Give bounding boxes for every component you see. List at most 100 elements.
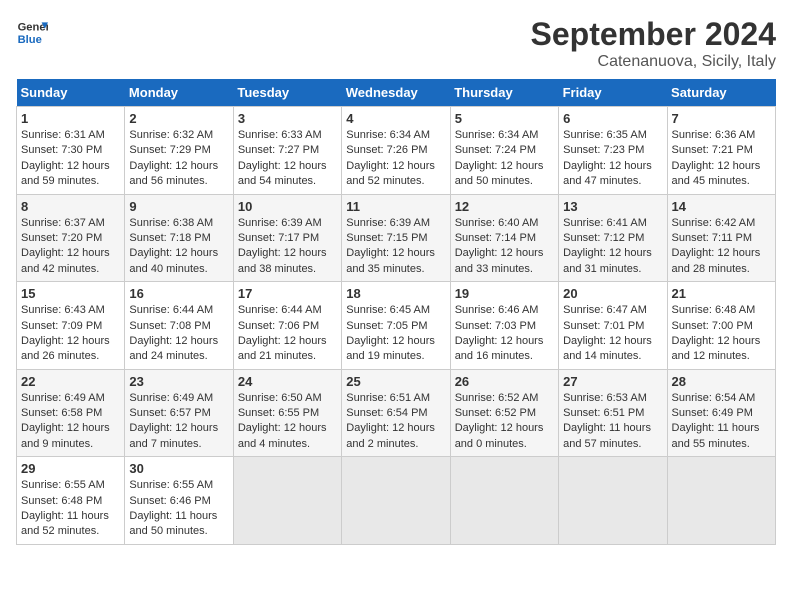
day-info: Sunrise: 6:47 AMSunset: 7:01 PMDaylight:… (563, 303, 662, 365)
day-info: Sunrise: 6:53 AMSunset: 6:51 PMDaylight:… (563, 391, 662, 453)
page-header: General Blue September 2024 Catenanuova,… (16, 16, 776, 71)
day-info: Sunrise: 6:52 AMSunset: 6:52 PMDaylight:… (455, 391, 554, 453)
day-number: 2 (129, 111, 228, 126)
day-number: 8 (21, 199, 120, 214)
day-info: Sunrise: 6:39 AMSunset: 7:17 PMDaylight:… (238, 216, 337, 278)
day-info: Sunrise: 6:55 AMSunset: 6:48 PMDaylight:… (21, 478, 120, 540)
day-number: 24 (238, 374, 337, 389)
day-info: Sunrise: 6:38 AMSunset: 7:18 PMDaylight:… (129, 216, 228, 278)
day-number: 20 (563, 286, 662, 301)
day-number: 9 (129, 199, 228, 214)
day-number: 13 (563, 199, 662, 214)
header-row: Sunday Monday Tuesday Wednesday Thursday… (17, 79, 776, 107)
day-number: 11 (346, 199, 445, 214)
day-info: Sunrise: 6:49 AMSunset: 6:57 PMDaylight:… (129, 391, 228, 453)
logo-icon: General Blue (16, 16, 48, 48)
day-info: Sunrise: 6:44 AMSunset: 7:08 PMDaylight:… (129, 303, 228, 365)
day-info: Sunrise: 6:34 AMSunset: 7:24 PMDaylight:… (455, 128, 554, 190)
calendar-cell: 19 Sunrise: 6:46 AMSunset: 7:03 PMDayligh… (450, 282, 558, 370)
day-number: 1 (21, 111, 120, 126)
calendar-cell: 4 Sunrise: 6:34 AMSunset: 7:26 PMDaylight… (342, 107, 450, 195)
day-number: 14 (672, 199, 771, 214)
calendar-cell (233, 457, 341, 545)
day-info: Sunrise: 6:34 AMSunset: 7:26 PMDaylight:… (346, 128, 445, 190)
calendar-cell: 5 Sunrise: 6:34 AMSunset: 7:24 PMDaylight… (450, 107, 558, 195)
day-info: Sunrise: 6:49 AMSunset: 6:58 PMDaylight:… (21, 391, 120, 453)
calendar-cell: 11 Sunrise: 6:39 AMSunset: 7:15 PMDayligh… (342, 194, 450, 282)
day-number: 25 (346, 374, 445, 389)
day-info: Sunrise: 6:54 AMSunset: 6:49 PMDaylight:… (672, 391, 771, 453)
day-number: 27 (563, 374, 662, 389)
day-info: Sunrise: 6:36 AMSunset: 7:21 PMDaylight:… (672, 128, 771, 190)
calendar-cell: 9 Sunrise: 6:38 AMSunset: 7:18 PMDaylight… (125, 194, 233, 282)
day-number: 30 (129, 461, 228, 476)
day-number: 22 (21, 374, 120, 389)
calendar-cell (342, 457, 450, 545)
calendar-table: Sunday Monday Tuesday Wednesday Thursday… (16, 79, 776, 545)
calendar-cell: 25 Sunrise: 6:51 AMSunset: 6:54 PMDayligh… (342, 369, 450, 457)
logo: General Blue (16, 16, 48, 48)
calendar-week-row: 8 Sunrise: 6:37 AMSunset: 7:20 PMDaylight… (17, 194, 776, 282)
title-section: September 2024 Catenanuova, Sicily, Ital… (531, 16, 776, 71)
col-thursday: Thursday (450, 79, 558, 107)
calendar-cell: 15 Sunrise: 6:43 AMSunset: 7:09 PMDayligh… (17, 282, 125, 370)
day-number: 7 (672, 111, 771, 126)
calendar-cell: 26 Sunrise: 6:52 AMSunset: 6:52 PMDayligh… (450, 369, 558, 457)
day-number: 26 (455, 374, 554, 389)
calendar-cell (450, 457, 558, 545)
calendar-cell: 17 Sunrise: 6:44 AMSunset: 7:06 PMDayligh… (233, 282, 341, 370)
calendar-cell: 8 Sunrise: 6:37 AMSunset: 7:20 PMDaylight… (17, 194, 125, 282)
calendar-cell: 23 Sunrise: 6:49 AMSunset: 6:57 PMDayligh… (125, 369, 233, 457)
calendar-week-row: 22 Sunrise: 6:49 AMSunset: 6:58 PMDayligh… (17, 369, 776, 457)
calendar-cell: 20 Sunrise: 6:47 AMSunset: 7:01 PMDayligh… (559, 282, 667, 370)
calendar-cell: 21Sunrise: 6:48 AMSunset: 7:00 PMDayligh… (667, 282, 775, 370)
col-saturday: Saturday (667, 79, 775, 107)
day-number: 17 (238, 286, 337, 301)
day-number: 19 (455, 286, 554, 301)
calendar-cell: 14 Sunrise: 6:42 AMSunset: 7:11 PMDayligh… (667, 194, 775, 282)
day-info: Sunrise: 6:55 AMSunset: 6:46 PMDaylight:… (129, 478, 228, 540)
calendar-cell: 6Sunrise: 6:35 AMSunset: 7:23 PMDaylight… (559, 107, 667, 195)
calendar-week-row: 15 Sunrise: 6:43 AMSunset: 7:09 PMDayligh… (17, 282, 776, 370)
col-wednesday: Wednesday (342, 79, 450, 107)
day-number: 21 (672, 286, 771, 301)
day-info: Sunrise: 6:32 AMSunset: 7:29 PMDaylight:… (129, 128, 228, 190)
calendar-week-row: 29Sunrise: 6:55 AMSunset: 6:48 PMDayligh… (17, 457, 776, 545)
day-info: Sunrise: 6:37 AMSunset: 7:20 PMDaylight:… (21, 216, 120, 278)
day-number: 15 (21, 286, 120, 301)
day-info: Sunrise: 6:33 AMSunset: 7:27 PMDaylight:… (238, 128, 337, 190)
calendar-cell: 24 Sunrise: 6:50 AMSunset: 6:55 PMDayligh… (233, 369, 341, 457)
col-tuesday: Tuesday (233, 79, 341, 107)
calendar-week-row: 1 Sunrise: 6:31 AMSunset: 7:30 PMDaylight… (17, 107, 776, 195)
day-info: Sunrise: 6:41 AMSunset: 7:12 PMDaylight:… (563, 216, 662, 278)
day-info: Sunrise: 6:51 AMSunset: 6:54 PMDaylight:… (346, 391, 445, 453)
day-number: 4 (346, 111, 445, 126)
col-sunday: Sunday (17, 79, 125, 107)
day-number: 5 (455, 111, 554, 126)
day-number: 23 (129, 374, 228, 389)
calendar-cell: 1 Sunrise: 6:31 AMSunset: 7:30 PMDaylight… (17, 107, 125, 195)
calendar-cell: 16 Sunrise: 6:44 AMSunset: 7:08 PMDayligh… (125, 282, 233, 370)
calendar-cell: 12Sunrise: 6:40 AMSunset: 7:14 PMDayligh… (450, 194, 558, 282)
day-info: Sunrise: 6:45 AMSunset: 7:05 PMDaylight:… (346, 303, 445, 365)
day-number: 16 (129, 286, 228, 301)
calendar-cell: 27 Sunrise: 6:53 AMSunset: 6:51 PMDayligh… (559, 369, 667, 457)
day-info: Sunrise: 6:31 AMSunset: 7:30 PMDaylight:… (21, 128, 120, 190)
calendar-cell: 10Sunrise: 6:39 AMSunset: 7:17 PMDayligh… (233, 194, 341, 282)
day-number: 3 (238, 111, 337, 126)
day-info: Sunrise: 6:44 AMSunset: 7:06 PMDaylight:… (238, 303, 337, 365)
day-info: Sunrise: 6:43 AMSunset: 7:09 PMDaylight:… (21, 303, 120, 365)
calendar-cell: 3 Sunrise: 6:33 AMSunset: 7:27 PMDaylight… (233, 107, 341, 195)
day-info: Sunrise: 6:46 AMSunset: 7:03 PMDaylight:… (455, 303, 554, 365)
svg-text:Blue: Blue (18, 34, 42, 46)
day-info: Sunrise: 6:50 AMSunset: 6:55 PMDaylight:… (238, 391, 337, 453)
location: Catenanuova, Sicily, Italy (531, 53, 776, 71)
day-info: Sunrise: 6:42 AMSunset: 7:11 PMDaylight:… (672, 216, 771, 278)
day-info: Sunrise: 6:39 AMSunset: 7:15 PMDaylight:… (346, 216, 445, 278)
calendar-cell (667, 457, 775, 545)
day-number: 18 (346, 286, 445, 301)
month-title: September 2024 (531, 16, 776, 53)
calendar-cell: 2 Sunrise: 6:32 AMSunset: 7:29 PMDaylight… (125, 107, 233, 195)
day-info: Sunrise: 6:35 AMSunset: 7:23 PMDaylight:… (563, 128, 662, 190)
calendar-cell: 30 Sunrise: 6:55 AMSunset: 6:46 PMDayligh… (125, 457, 233, 545)
